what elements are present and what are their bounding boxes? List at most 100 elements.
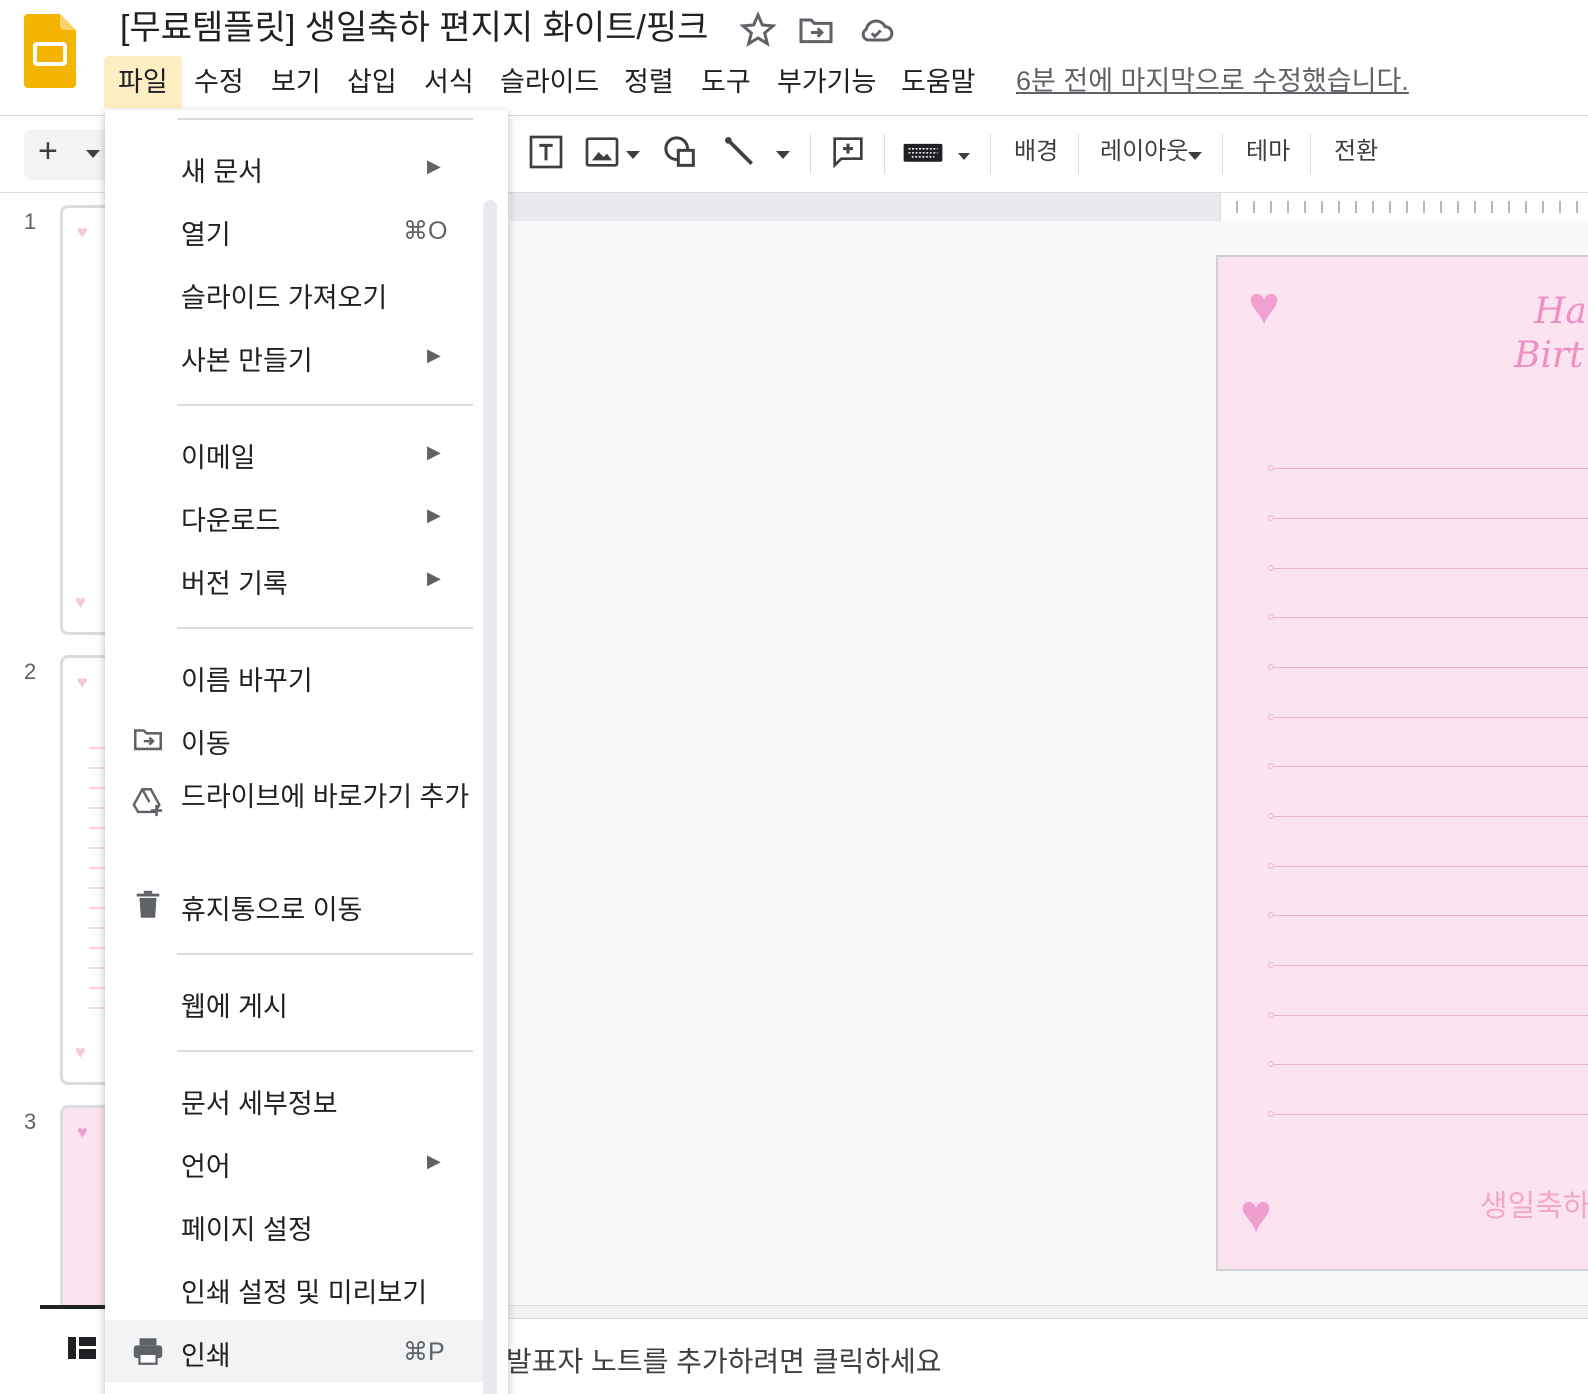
shortcut-label: ⌘P bbox=[403, 1338, 445, 1366]
menu-item-label: 사본 만들기 bbox=[181, 346, 313, 376]
menu-item-label: 휴지통으로 이동 bbox=[181, 895, 363, 925]
input-tools-icon[interactable] bbox=[902, 132, 944, 172]
menu-slide[interactable]: 슬라이드 bbox=[486, 56, 613, 108]
menu-item-label: 문서 세부정보 bbox=[181, 1089, 338, 1119]
menu-item-label: 웹에 게시 bbox=[181, 992, 288, 1022]
menu-scrollbar[interactable] bbox=[483, 200, 497, 1394]
heart-icon: ♥ bbox=[1240, 1184, 1273, 1244]
input-tools-caret-icon[interactable] bbox=[958, 153, 970, 160]
line-dot bbox=[1268, 912, 1274, 918]
submenu-arrow-icon: ▶ bbox=[427, 345, 441, 365]
new-slide-button[interactable]: + bbox=[24, 130, 108, 180]
menu-arrange[interactable]: 정렬 bbox=[610, 56, 688, 108]
ruler-ticks bbox=[1220, 193, 1588, 221]
menu-item-print[interactable]: 인쇄 ⌘P bbox=[105, 1320, 485, 1382]
transition-button[interactable]: 전환 bbox=[1334, 132, 1378, 172]
line-dot bbox=[1268, 664, 1274, 670]
menu-item-email[interactable]: 이메일 ▶ bbox=[105, 422, 485, 484]
menu-separator bbox=[177, 953, 473, 955]
menu-item-label: 인쇄 설정 및 미리보기 bbox=[181, 1278, 428, 1308]
menu-item-label: 이름 바꾸기 bbox=[181, 666, 313, 696]
menu-separator bbox=[177, 627, 473, 629]
menu-separator bbox=[177, 404, 473, 406]
menu-item-version-history[interactable]: 버전 기록 ▶ bbox=[105, 548, 485, 610]
menu-item-language[interactable]: 언어 ▶ bbox=[105, 1131, 485, 1193]
view-toggle-area bbox=[0, 1305, 106, 1394]
menu-help[interactable]: 도움말 bbox=[887, 56, 990, 108]
grid-view-icon[interactable] bbox=[66, 1335, 98, 1366]
menu-item-new[interactable]: 새 문서 ▶ bbox=[105, 136, 485, 198]
theme-button[interactable]: 테마 bbox=[1246, 132, 1290, 172]
line-dot bbox=[1268, 714, 1274, 720]
speaker-notes-placeholder[interactable]: 발표자 노트를 추가하려면 클릭하세요 bbox=[506, 1340, 942, 1380]
folder-move-icon bbox=[131, 722, 165, 756]
menu-view[interactable]: 보기 bbox=[257, 56, 335, 108]
menu-item-make-copy[interactable]: 사본 만들기 ▶ bbox=[105, 325, 485, 387]
menu-item-open[interactable]: 열기 ⌘O bbox=[105, 199, 485, 261]
line-dot bbox=[1268, 565, 1274, 571]
menu-item-download[interactable]: 다운로드 ▶ bbox=[105, 485, 485, 547]
slides-logo[interactable] bbox=[24, 14, 76, 88]
last-edit-link[interactable]: 6분 전에 마지막으로 수정했습니다. bbox=[1016, 56, 1409, 108]
menu-file[interactable]: 파일 bbox=[104, 56, 182, 108]
shape-icon[interactable] bbox=[660, 132, 700, 172]
menu-item-label: 슬라이드 가져오기 bbox=[181, 283, 388, 313]
writing-line bbox=[1270, 866, 1588, 867]
writing-line bbox=[1270, 468, 1588, 469]
writing-line bbox=[1270, 915, 1588, 916]
file-menu-dropdown: 새 문서 ▶ 열기 ⌘O 슬라이드 가져오기 사본 만들기 ▶ 이메일 ▶ 다운… bbox=[105, 110, 508, 1394]
layout-button[interactable]: 레이아웃 bbox=[1100, 132, 1188, 172]
add-comment-icon[interactable] bbox=[828, 132, 868, 172]
menu-separator bbox=[177, 1050, 473, 1052]
menu-insert[interactable]: 삽입 bbox=[333, 56, 411, 108]
menu-item-move[interactable]: 이동 bbox=[105, 708, 485, 770]
line-dot bbox=[1268, 614, 1274, 620]
toolbar-separator bbox=[1310, 134, 1311, 174]
image-caret-icon[interactable] bbox=[626, 151, 640, 159]
menu-item-details[interactable]: 문서 세부정보 bbox=[105, 1068, 485, 1130]
writing-line bbox=[1270, 518, 1588, 519]
menu-tools[interactable]: 도구 bbox=[687, 56, 765, 108]
writing-line bbox=[1270, 1114, 1588, 1115]
menu-item-page-setup[interactable]: 페이지 설정 bbox=[105, 1194, 485, 1256]
layout-caret-icon[interactable] bbox=[1188, 152, 1202, 160]
heart-icon: ♥ bbox=[77, 1122, 88, 1142]
line-caret-icon[interactable] bbox=[776, 151, 790, 159]
shortcut-label: ⌘O bbox=[403, 217, 448, 245]
menu-item-publish-web[interactable]: 웹에 게시 bbox=[105, 971, 485, 1033]
menu-item-trash[interactable]: 휴지통으로 이동 bbox=[105, 874, 485, 936]
line-dot bbox=[1268, 962, 1274, 968]
line-dot bbox=[1268, 813, 1274, 819]
menu-item-add-shortcut[interactable]: 드라이브에 바로가기 추가 bbox=[105, 771, 485, 871]
cloud-saved-icon[interactable] bbox=[856, 10, 896, 50]
slide-editor[interactable]: ♥ Ha Birt ♥ 생일축하 bbox=[1216, 255, 1588, 1271]
writing-line bbox=[1270, 667, 1588, 668]
print-icon bbox=[131, 1334, 165, 1368]
writing-line bbox=[1270, 766, 1588, 767]
line-dot bbox=[1268, 763, 1274, 769]
menu-format[interactable]: 서식 bbox=[410, 56, 488, 108]
menu-item-label: 이메일 bbox=[181, 443, 256, 473]
star-icon[interactable] bbox=[738, 10, 778, 50]
menu-item-print-preview[interactable]: 인쇄 설정 및 미리보기 bbox=[105, 1257, 485, 1319]
heart-icon: ♥ bbox=[75, 592, 86, 612]
menu-item-label: 페이지 설정 bbox=[181, 1215, 313, 1245]
text-box-icon[interactable] bbox=[526, 132, 566, 172]
background-button[interactable]: 배경 bbox=[1014, 132, 1058, 172]
menu-item-label: 열기 bbox=[181, 220, 231, 250]
slide-number: 3 bbox=[24, 1109, 37, 1134]
slide-number: 2 bbox=[24, 659, 37, 684]
menu-item-import-slides[interactable]: 슬라이드 가져오기 bbox=[105, 262, 485, 324]
heart-icon: ♥ bbox=[77, 672, 88, 692]
menu-addons[interactable]: 부가기능 bbox=[763, 56, 890, 108]
line-dot bbox=[1268, 1061, 1274, 1067]
caret-down-icon[interactable] bbox=[86, 150, 100, 158]
submenu-arrow-icon: ▶ bbox=[427, 568, 441, 588]
line-icon[interactable] bbox=[720, 132, 760, 172]
folder-move-icon[interactable] bbox=[796, 10, 836, 50]
toolbar-separator bbox=[1222, 134, 1223, 174]
menu-item-rename[interactable]: 이름 바꾸기 bbox=[105, 645, 485, 707]
document-title[interactable]: [무료템플릿] 생일축하 편지지 화이트/핑크 bbox=[120, 4, 708, 52]
image-icon[interactable] bbox=[582, 132, 622, 172]
menu-edit[interactable]: 수정 bbox=[180, 56, 258, 108]
